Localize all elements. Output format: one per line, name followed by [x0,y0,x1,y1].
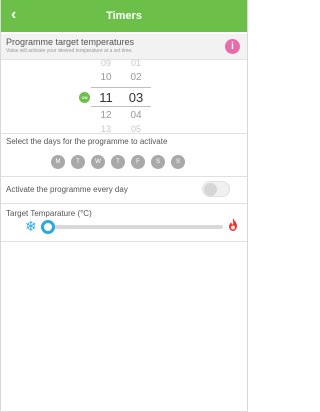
selection-line-bottom [91,106,151,107]
divider [1,133,247,134]
target-temperature-label: Target Temparature (°C) [6,209,92,218]
day-tuesday[interactable]: T [71,155,85,169]
picker-row[interactable]: 12 04 [97,110,167,121]
hour-value: 10 [100,72,112,83]
on-badge: ON [79,92,90,103]
page-title: Timers [106,10,142,22]
hour-value: 09 [100,58,111,68]
day-monday[interactable]: M [51,155,65,169]
time-picker[interactable]: 09 01 10 02 ON 11 03 12 04 13 05 [1,56,247,134]
picker-row-selected[interactable]: 11 03 [97,90,167,105]
picker-row[interactable]: 10 02 [97,72,167,83]
chevron-left-icon[interactable]: ‹ [11,6,16,24]
programme-subtitle: Value will activate your desired tempera… [6,48,133,54]
day-saturday[interactable]: S [151,155,165,169]
minute-value: 02 [130,72,142,83]
snowflake-icon: ❄ [25,218,37,234]
divider [1,176,247,177]
flame-icon [229,218,237,231]
day-friday[interactable]: F [131,155,145,169]
day-wednesday[interactable]: W [91,155,105,169]
day-selector: M T W T F S S [51,155,185,169]
temperature-slider-track[interactable] [41,225,223,229]
hour-value: 11 [99,90,113,105]
minute-value: 01 [130,58,141,68]
timers-screen: ‹ Timers Programme target temperatures V… [0,0,248,412]
minute-value: 03 [128,90,144,105]
top-bar: ‹ Timers [1,0,247,32]
minute-value: 04 [130,110,142,121]
every-day-toggle[interactable] [202,181,230,197]
toggle-knob [204,183,217,196]
picker-row[interactable]: 09 01 [97,58,167,68]
temperature-slider-handle[interactable] [41,220,56,234]
day-thursday[interactable]: T [111,155,125,169]
every-day-label: Activate the programme every day [6,185,128,194]
days-title: Select the days for the programme to act… [6,137,168,146]
divider [1,203,247,204]
info-icon[interactable]: i [225,39,240,54]
selection-line-top [91,87,151,88]
day-sunday[interactable]: S [171,155,185,169]
divider [1,241,247,242]
hour-value: 12 [100,110,112,121]
programme-title: Programme target temperatures [6,37,135,47]
